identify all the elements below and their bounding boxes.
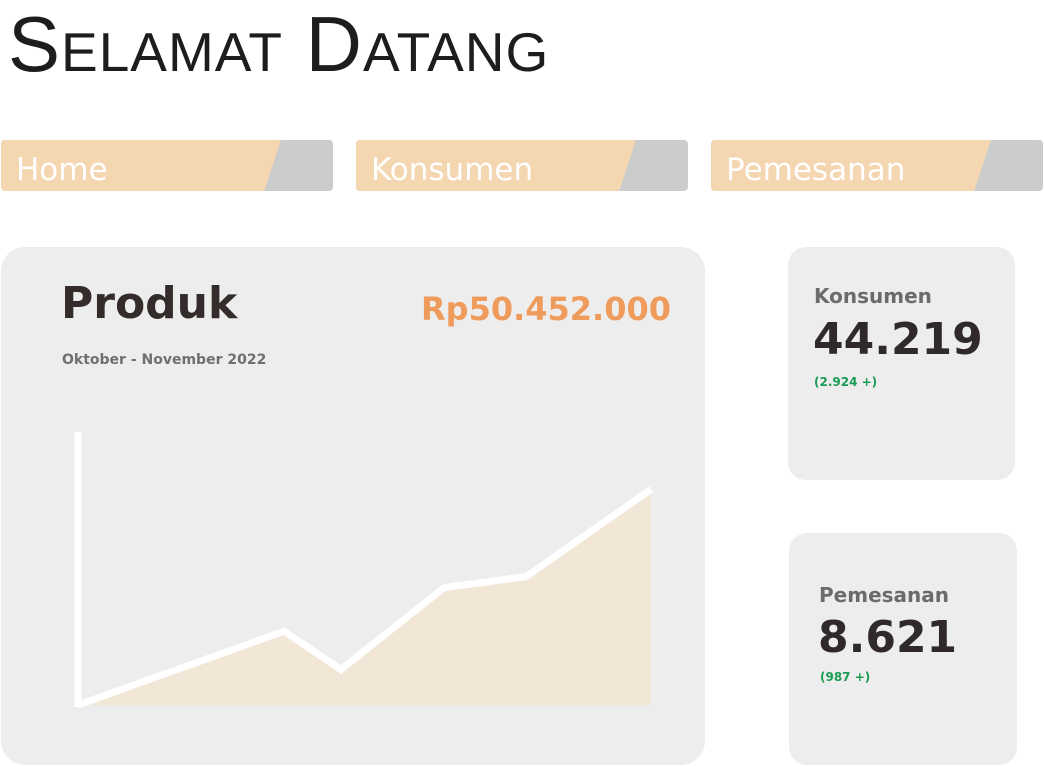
konsumen-stat-label: Konsumen xyxy=(814,284,932,308)
produk-title: Produk xyxy=(61,278,238,329)
tab-home[interactable]: Home xyxy=(1,140,333,191)
tab-home-label: Home xyxy=(16,152,108,188)
tab-konsumen[interactable]: Konsumen xyxy=(356,140,688,191)
tab-pemesanan[interactable]: Pemesanan xyxy=(711,140,1043,191)
konsumen-stat-value: 44.219 xyxy=(813,314,983,365)
konsumen-stat-card: Konsumen 44.219 (2.924 +) xyxy=(788,247,1015,480)
pemesanan-stat-card: Pemesanan 8.621 (987 +) xyxy=(789,533,1017,765)
produk-card: Produk Oktober - November 2022 Rp50.452.… xyxy=(1,247,705,765)
tab-pemesanan-label: Pemesanan xyxy=(726,152,906,188)
pemesanan-stat-label: Pemesanan xyxy=(819,583,949,607)
konsumen-stat-change: (2.924 +) xyxy=(814,375,878,389)
pemesanan-stat-change: (987 +) xyxy=(820,670,871,684)
page-title: Selamat Datang xyxy=(8,0,550,88)
tab-konsumen-label: Konsumen xyxy=(371,152,534,188)
produk-total: Rp50.452.000 xyxy=(421,290,671,328)
pemesanan-stat-value: 8.621 xyxy=(818,612,958,663)
produk-period: Oktober - November 2022 xyxy=(62,352,267,368)
